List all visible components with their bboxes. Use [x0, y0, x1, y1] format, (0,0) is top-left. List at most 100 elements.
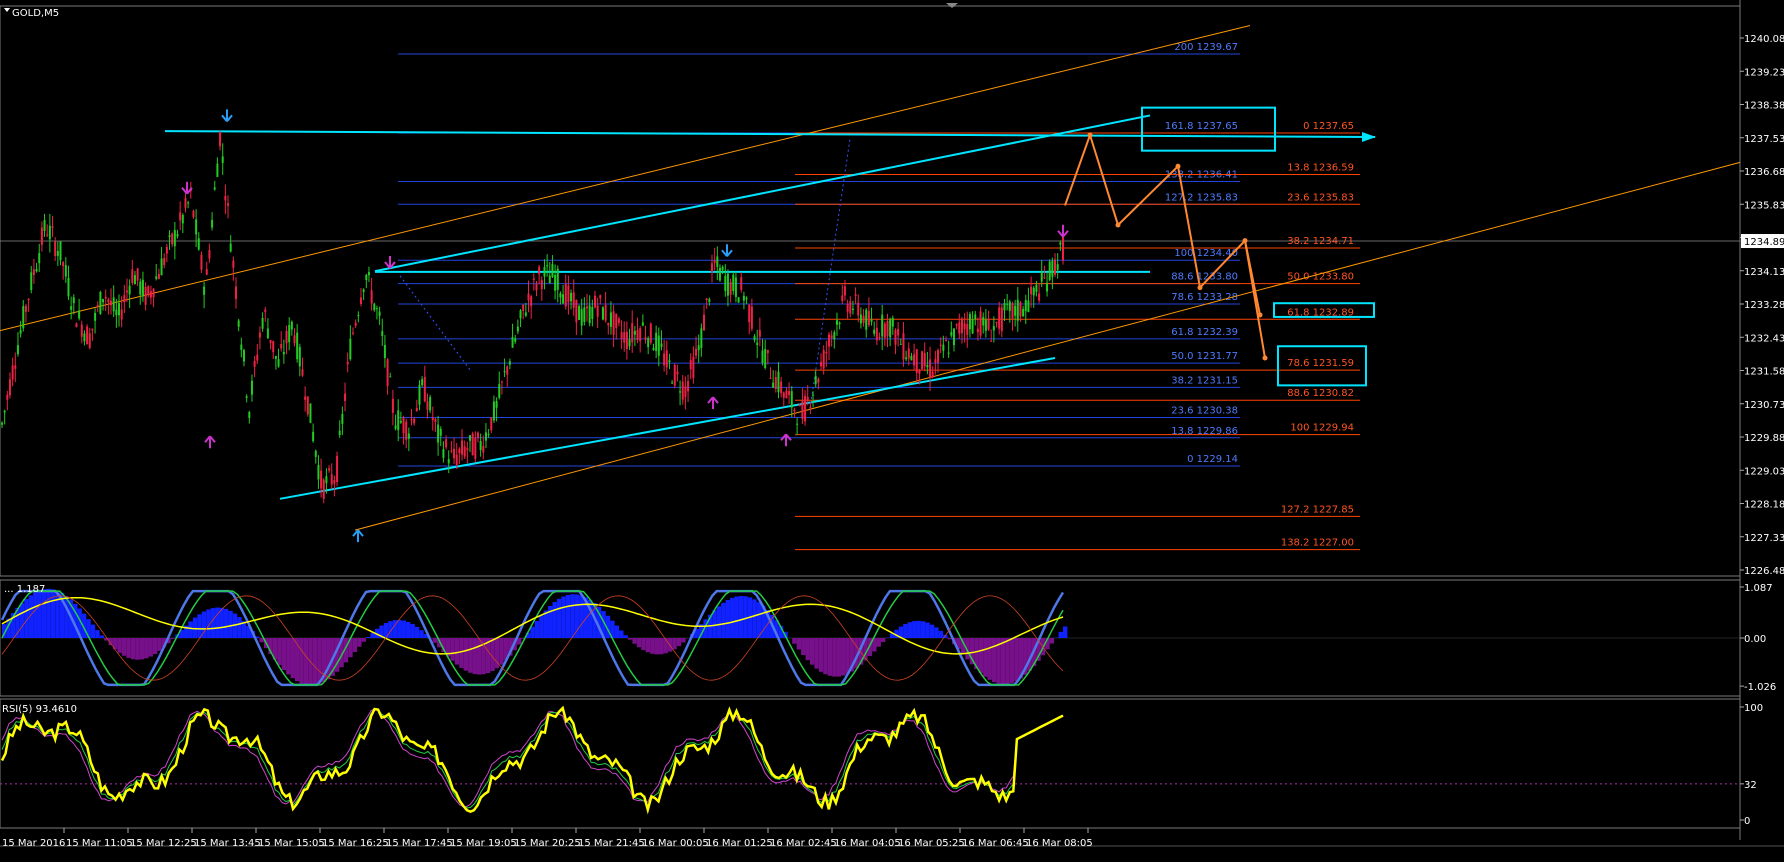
rsi-label: RSI(5) 93.4610 — [2, 704, 77, 715]
candle-body — [375, 308, 378, 310]
candle-body — [966, 324, 969, 335]
histogram-bar — [352, 638, 358, 653]
candle-body — [1003, 303, 1006, 311]
candle-body — [365, 274, 368, 280]
time-tick-label: 15 Mar 15:05 — [258, 838, 325, 849]
time-tick-label: 15 Mar 16:25 — [322, 838, 389, 849]
histogram-bar — [841, 638, 846, 676]
candle-body — [926, 364, 929, 368]
candle-body — [729, 282, 732, 295]
candle-body — [46, 234, 49, 236]
histogram-bar — [223, 608, 229, 638]
candle-body — [894, 330, 897, 345]
histogram-bar — [991, 638, 997, 683]
candle-body — [567, 285, 570, 303]
candle-body — [676, 371, 679, 375]
candle-body — [846, 303, 849, 312]
price-tick-label: 1227.33 — [1744, 533, 1784, 544]
candle-body — [147, 286, 150, 296]
candle-body — [285, 330, 288, 344]
candle — [601, 305, 604, 321]
time-tick-label: 15 Mar 12:25 — [130, 838, 197, 849]
candle-body — [248, 412, 251, 418]
candle-body — [532, 278, 535, 280]
candle-body — [27, 299, 30, 301]
candle-body — [78, 310, 81, 319]
candle-body — [660, 343, 663, 347]
histogram-bar — [405, 621, 411, 638]
candle-body — [859, 314, 862, 324]
candle-body — [950, 332, 953, 336]
candle-body — [56, 250, 59, 256]
candle — [309, 403, 312, 424]
chart-window[interactable]: 200 1239.67 161.8 1237.65 138.2 1236.41 127… — [0, 0, 1784, 862]
candle-body — [458, 448, 461, 454]
candle-body — [418, 385, 421, 405]
histogram-bar — [468, 638, 473, 673]
fib-red-label: 13.8 1236.59 — [1287, 163, 1354, 174]
candle-body — [931, 371, 934, 378]
histogram-bar — [397, 619, 402, 638]
candle-body — [716, 256, 719, 267]
candle-body — [897, 328, 900, 336]
candle-body — [484, 432, 487, 441]
candle-body — [43, 219, 46, 231]
candle-body — [437, 424, 440, 443]
candle-body — [857, 302, 860, 316]
candle — [1048, 259, 1051, 282]
histogram-bar — [654, 638, 659, 655]
candle-body — [149, 291, 152, 298]
candle-body — [724, 276, 727, 291]
price-tick-label: 1234.13 — [1744, 267, 1784, 278]
price-tick-label: 1231.58 — [1744, 367, 1784, 378]
fib-blue-label: 50.0 1231.77 — [1171, 351, 1238, 362]
candle-body — [835, 320, 838, 325]
candle-body — [290, 321, 293, 330]
candle-body — [447, 459, 450, 464]
fib-blue-label: 127.2 1235.83 — [1165, 192, 1238, 203]
candle-body — [346, 361, 349, 365]
candle-body — [681, 381, 684, 400]
candle-body — [258, 332, 261, 338]
candle-body — [67, 278, 70, 297]
candle-body — [514, 338, 517, 342]
histogram-bar — [95, 630, 100, 638]
histogram-bar — [938, 630, 944, 638]
candle-body — [806, 397, 809, 402]
histogram-bar — [19, 603, 25, 638]
histogram-bar — [832, 638, 837, 677]
candle-body — [1006, 303, 1009, 305]
candle-body — [280, 343, 283, 349]
histogram-bar — [188, 621, 193, 638]
histogram-bar — [730, 597, 735, 638]
candle-body — [341, 414, 344, 424]
histogram-bar — [281, 638, 287, 671]
candle-body — [580, 309, 583, 326]
candle-body — [344, 393, 347, 401]
candle-body — [431, 417, 434, 421]
histogram-bar — [929, 624, 935, 638]
histogram-bar — [534, 620, 540, 638]
candle-body — [38, 253, 41, 264]
histogram-bar — [796, 638, 802, 650]
candle-body — [463, 446, 466, 457]
candle-body — [607, 322, 610, 326]
histogram-bar — [623, 635, 628, 638]
candle-body — [492, 401, 495, 421]
candle-body — [75, 323, 78, 328]
candle-body — [841, 295, 844, 302]
osc-tick-label: -1.026 — [1744, 682, 1776, 693]
candle-body — [764, 348, 767, 368]
candle-body — [235, 286, 238, 299]
candle-body — [397, 410, 400, 431]
candle-body — [413, 418, 416, 424]
candle-body — [881, 314, 884, 337]
histogram-bar — [463, 638, 469, 671]
histogram-bar — [157, 638, 162, 651]
fib-blue-label: 38.2 1231.15 — [1171, 375, 1238, 386]
histogram-bar — [636, 638, 642, 648]
candle-body — [652, 348, 655, 351]
candle-body — [790, 391, 793, 408]
price-tick-label: 1237.53 — [1744, 134, 1784, 145]
candle-body — [628, 339, 631, 347]
